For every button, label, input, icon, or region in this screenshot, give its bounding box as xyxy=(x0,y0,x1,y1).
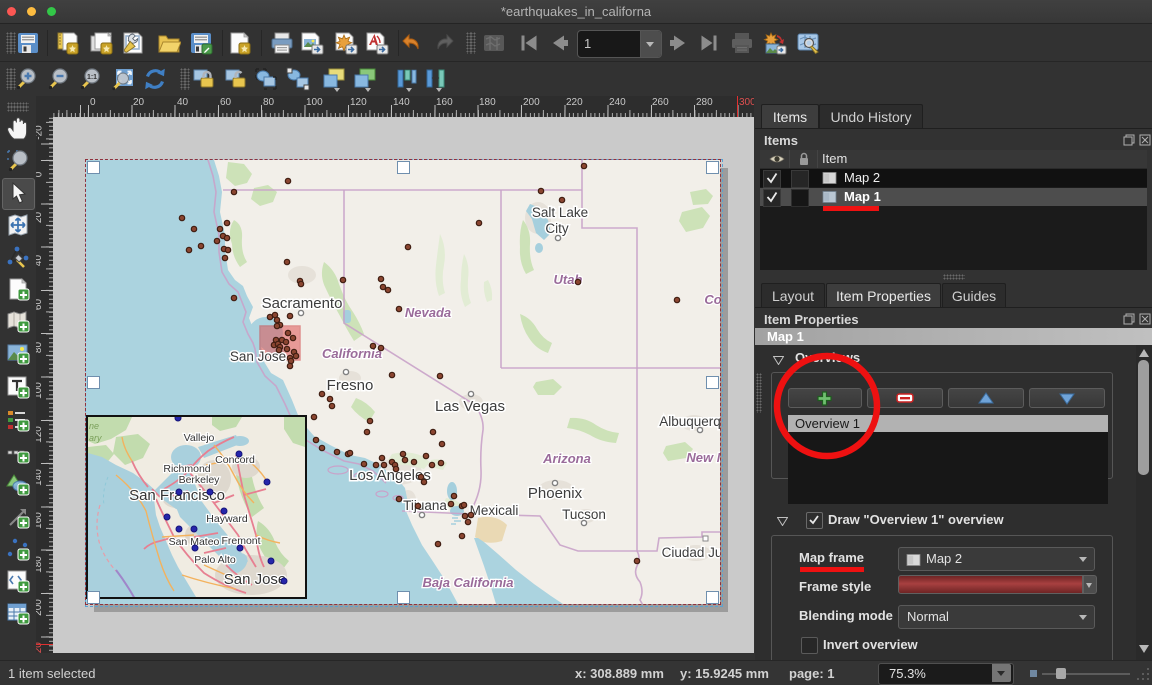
svg-text:Fresno: Fresno xyxy=(327,377,374,394)
svg-text:Mexicali: Mexicali xyxy=(470,503,519,518)
svg-text:New M: New M xyxy=(686,450,720,465)
svg-text:Baja California: Baja California xyxy=(422,575,513,590)
svg-text:Tijuana: Tijuana xyxy=(403,498,447,513)
svg-text:Concord: Concord xyxy=(215,454,255,466)
svg-text:Albuquerq: Albuquerq xyxy=(659,414,720,429)
svg-text:ne: ne xyxy=(89,421,99,431)
svg-text:Hayward: Hayward xyxy=(206,513,248,525)
svg-text:City: City xyxy=(545,221,568,236)
svg-text:1:1: 1:1 xyxy=(87,74,97,81)
svg-text:ary: ary xyxy=(89,433,102,443)
svg-text:Salt Lake: Salt Lake xyxy=(532,205,588,220)
svg-text:Phoenix: Phoenix xyxy=(528,485,583,502)
svg-text:Las Vegas: Las Vegas xyxy=(435,398,505,415)
svg-text:Sacramento: Sacramento xyxy=(262,295,343,312)
svg-text:Arizona: Arizona xyxy=(542,451,591,466)
svg-text:Palo Alto: Palo Alto xyxy=(194,554,236,566)
svg-text:Vallejo: Vallejo xyxy=(184,432,215,444)
svg-text:Berkeley: Berkeley xyxy=(179,474,221,486)
svg-text:Ciudad Ju: Ciudad Ju xyxy=(662,545,720,560)
svg-text:Nevada: Nevada xyxy=(405,305,451,320)
svg-text:San Jose: San Jose xyxy=(224,571,287,588)
svg-text:Co: Co xyxy=(704,292,720,307)
